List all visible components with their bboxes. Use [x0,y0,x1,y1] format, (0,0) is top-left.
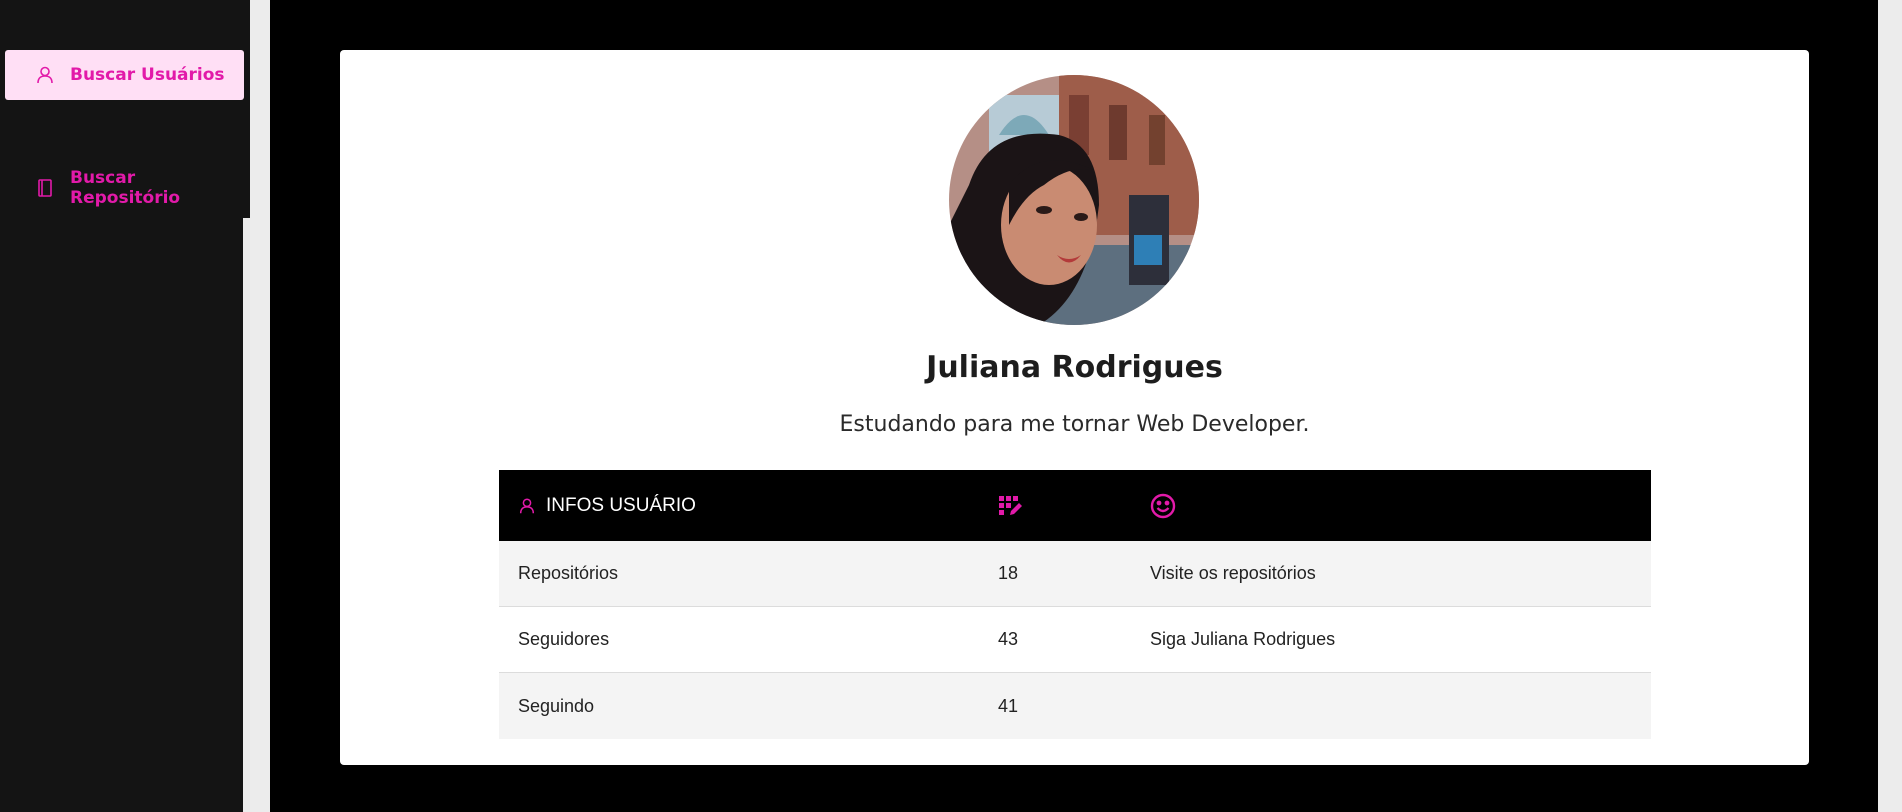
user-icon [35,65,55,85]
sidebar-item-buscar-usuarios[interactable]: Buscar Usuários [5,50,244,100]
table-header-label: INFOS USUÁRIO [546,494,696,516]
row-value: 43 [998,629,1019,649]
table-header-title: INFOS USUÁRIO [499,495,978,517]
code-icon [998,495,1022,517]
user-info-table: INFOS USUÁRIO Repositórios 18 Visite os … [499,470,1651,739]
user-icon [518,497,536,515]
profile-name: Juliana Rodrigues [926,350,1223,385]
row-value: 18 [998,563,1019,583]
sidebar: Buscar Usuários Buscar Repositório [0,0,250,812]
table-row: Seguidores 43 Siga Juliana Rodrigues [499,607,1651,673]
smile-icon [1150,493,1176,519]
table-row: Repositórios 18 Visite os repositórios [499,541,1651,607]
table-header: INFOS USUÁRIO [499,470,1651,541]
sidebar-item-buscar-repositorio[interactable]: Buscar Repositório [5,163,244,213]
avatar [949,75,1199,325]
content-divider [250,0,270,812]
sidebar-edge [243,218,250,812]
table-row: Seguindo 41 [499,673,1651,739]
row-label: Seguindo [518,695,595,716]
follow-link[interactable]: Siga Juliana Rodrigues [1150,629,1335,650]
row-value: 41 [998,695,1019,716]
sidebar-item-label: Buscar Repositório [70,168,181,208]
table-header-count [978,495,1138,517]
table-header-action [1138,493,1651,519]
sidebar-item-label: Buscar Usuários [70,65,225,85]
scrollbar-track[interactable] [1878,0,1902,812]
row-label: Repositórios [518,563,619,583]
repos-link[interactable]: Visite os repositórios [1150,563,1316,584]
profile-bio: Estudando para me tornar Web Developer. [839,412,1310,437]
profile-card: Juliana Rodrigues Estudando para me torn… [340,50,1809,765]
book-icon [35,178,55,198]
row-label: Seguidores [518,629,610,649]
